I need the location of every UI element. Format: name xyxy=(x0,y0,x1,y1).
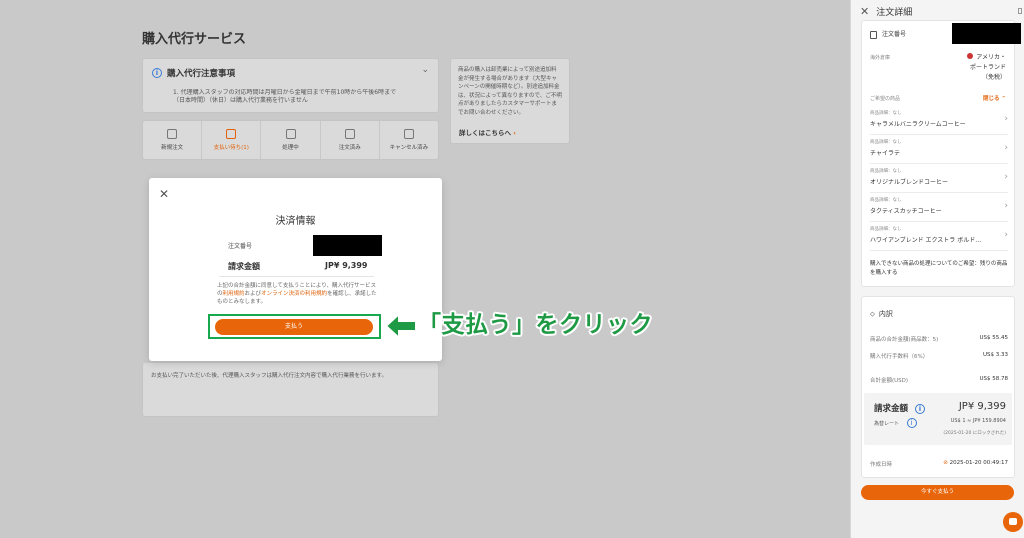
products-label: ご希望の商品 xyxy=(870,96,901,102)
legal-text: 上記の合計金額に同意して支払うことにより、購入代行サービスの利用規約およびオンラ… xyxy=(217,283,377,305)
total-label: 請求金額 xyxy=(874,404,909,414)
status-tabs: 新規注文 支払い待ち(1) 処理中 注文済み キャンセル済み xyxy=(142,120,439,160)
tab-processing[interactable]: 処理中 xyxy=(261,121,321,159)
close-icon[interactable]: ✕ xyxy=(159,187,169,201)
breakdown-title: 内訳 xyxy=(878,310,893,318)
page-title: 購入代行サービス xyxy=(142,32,247,47)
chevron-right-icon: › xyxy=(1004,172,1008,182)
chevron-down-icon[interactable]: ⌄ xyxy=(421,65,429,75)
total-value: JP¥ 9,399 xyxy=(958,401,1006,412)
fee-row: 購入代行手数料（6%） US$ 3.33 xyxy=(870,352,1008,360)
amount-value: JP¥ 9,399 xyxy=(325,261,368,270)
tab-awaiting-payment[interactable]: 支払い待ち(1) xyxy=(202,121,262,159)
promo-text: 商品の購入は卸売業によって別途追加料金が発生する場合があります（大型キャンペーン… xyxy=(458,67,562,116)
info-icon[interactable]: i xyxy=(914,404,925,414)
order-detail-drawer: ✕ 注文詳細 注文番号 海外倉庫 アメリカ・ ポートランド （免税） ご希望の商品 … xyxy=(850,0,1024,538)
promo-panel: 商品の購入は卸売業によって別途追加料金が発生する場合があります（大型キャンペーン… xyxy=(450,58,570,144)
product-item[interactable]: 商品詳細：なし チャイラテ › xyxy=(870,135,1008,164)
notice-body: 1. 代理購入スタッフの対応時間は月曜日から金曜日まで午前10時から午後6時まで… xyxy=(173,89,397,104)
order-info-card: 注文番号 海外倉庫 アメリカ・ ポートランド （免税） ご希望の商品 閉じる ⌃ 商… xyxy=(861,20,1021,287)
cancel-icon xyxy=(403,129,414,139)
close-icon[interactable]: ✕ xyxy=(860,5,869,18)
new-order-icon xyxy=(167,129,178,139)
promo-link[interactable]: 詳しくはこちらへ › xyxy=(459,127,516,137)
tab-ordered[interactable]: 注文済み xyxy=(321,121,380,159)
order-panel: お支払い完了いただいた後、代理購入スタッフは購入代行注文内容で購入代行業務を行い… xyxy=(142,363,439,417)
bottom-note: お支払い完了いただいた後、代理購入スタッフは購入代行注文内容で購入代行業務を行い… xyxy=(151,373,387,379)
divider xyxy=(219,276,374,277)
total-box: 請求金額 i JP¥ 9,399 為替レート i US$ 1 ≈ JP¥ 159… xyxy=(864,393,1012,445)
tab-cancelled[interactable]: キャンセル済み xyxy=(380,121,438,159)
collapse-button[interactable]: 閉じる ⌃ xyxy=(983,94,1006,102)
delete-icon[interactable] xyxy=(1018,8,1022,14)
info-icon[interactable]: i xyxy=(906,418,917,428)
redacted-order-number xyxy=(313,235,382,256)
rate-label: 為替レート xyxy=(874,421,900,427)
order-number-label: 注文番号 xyxy=(228,243,253,250)
region-value: アメリカ・ ポートランド （免税） xyxy=(967,53,1006,83)
region-label: 海外倉庫 xyxy=(870,55,891,61)
product-item[interactable]: 商品詳細：なし タクティスカッチコーヒー › xyxy=(870,193,1008,222)
modal-title: 決済情報 xyxy=(275,216,316,227)
notice-title: 購入代行注意事項 xyxy=(167,69,236,79)
chevron-right-icon: › xyxy=(1004,143,1008,153)
tab-new-order[interactable]: 新規注文 xyxy=(143,121,203,159)
breakdown-card: ⬦ 内訳 商品の合計金額(商品数：5) US$ 55.45 購入代行手数料（6%） U… xyxy=(861,296,1015,478)
chevron-right-icon: › xyxy=(1004,230,1008,240)
notice-panel: i 購入代行注意事項 ⌄ 1. 代理購入スタッフの対応時間は月曜日から金曜日まで… xyxy=(142,58,439,113)
pay-button[interactable]: 支払う xyxy=(215,319,373,335)
product-item[interactable]: 商品詳細：なし オリジナルブレンドコーヒー › xyxy=(870,164,1008,193)
chat-icon[interactable] xyxy=(1003,512,1023,532)
product-item[interactable]: 商品詳細：なし キャラメルバニラクリームコーヒー › xyxy=(870,106,1008,135)
annotation-callout: 「支払う」をクリック xyxy=(418,312,653,338)
store-icon xyxy=(285,129,296,139)
tag-icon: ⬦ xyxy=(870,310,875,318)
redacted-order-number xyxy=(952,23,1021,44)
drawer-title: 注文詳細 xyxy=(876,8,913,18)
handling-preference: 購入できない商品の処理についてのご希望：残りの商品を購入する xyxy=(870,261,1008,276)
total-usd-row: 合計金額(USD) US$ 58.78 xyxy=(870,376,1008,384)
drawer-order-label: 注文番号 xyxy=(882,31,907,38)
subtotal-row: 商品の合計金額(商品数：5) US$ 55.45 xyxy=(870,335,1008,343)
pay-now-button[interactable]: 今すぐ支払う xyxy=(861,485,1014,500)
terms-link[interactable]: 利用規約 xyxy=(223,291,245,297)
clock-icon: ⊘ xyxy=(943,460,948,466)
chevron-right-icon: › xyxy=(513,129,516,137)
chevron-right-icon: › xyxy=(1004,201,1008,211)
payment-icon xyxy=(226,129,237,139)
us-flag-icon xyxy=(967,53,974,59)
product-item[interactable]: 商品詳細：なし ハワイアンブレンド エクストラ ボルド… › xyxy=(870,222,1008,251)
payment-terms-link[interactable]: オンライン決済の利用規約 xyxy=(261,291,327,297)
info-icon: i xyxy=(152,68,162,78)
rate-value: US$ 1 ≈ JP¥ 159.8904 xyxy=(950,418,1006,424)
amount-label: 請求金額 xyxy=(228,262,260,271)
arrow-left-icon xyxy=(384,311,417,341)
chevron-right-icon: › xyxy=(1004,114,1008,124)
document-icon xyxy=(870,30,877,39)
box-icon xyxy=(344,129,355,139)
created-row: 作成日時 ⊘ 2025-01-20 00:49:17 xyxy=(870,460,1008,468)
rate-locked: (2025-01-20 にロックされた) xyxy=(943,431,1006,436)
